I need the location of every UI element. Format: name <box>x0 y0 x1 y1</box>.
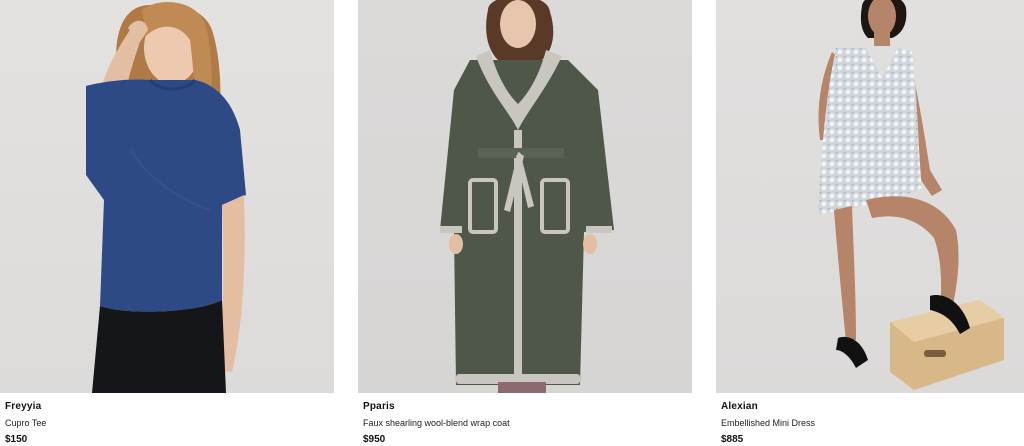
product-image[interactable] <box>716 0 1024 393</box>
model-photo-tee <box>86 2 246 393</box>
model-photo-coat <box>440 0 614 393</box>
product-image[interactable] <box>358 0 692 393</box>
product-name[interactable]: Pparis <box>363 401 692 413</box>
model-photo-dress <box>818 0 1004 390</box>
product-card[interactable]: Freyyia Cupro Tee $150 <box>0 0 334 445</box>
product-description[interactable]: Faux shearling wool-blend wrap coat <box>363 418 692 429</box>
product-description[interactable]: Cupro Tee <box>5 418 334 429</box>
product-name[interactable]: Freyyia <box>5 401 334 413</box>
product-card[interactable]: Alexian Embellished Mini Dress $885 <box>716 0 1024 445</box>
product-price: $150 <box>5 434 28 445</box>
product-price: $950 <box>363 434 386 445</box>
product-price: $885 <box>721 434 744 445</box>
product-image[interactable] <box>0 0 334 393</box>
product-card[interactable]: Pparis Faux shearling wool-blend wrap co… <box>358 0 692 445</box>
product-grid: Freyyia Cupro Tee $150 Pparis Faux shear… <box>0 0 1024 445</box>
product-name[interactable]: Alexian <box>721 401 1024 413</box>
product-description[interactable]: Embellished Mini Dress <box>721 418 1024 429</box>
